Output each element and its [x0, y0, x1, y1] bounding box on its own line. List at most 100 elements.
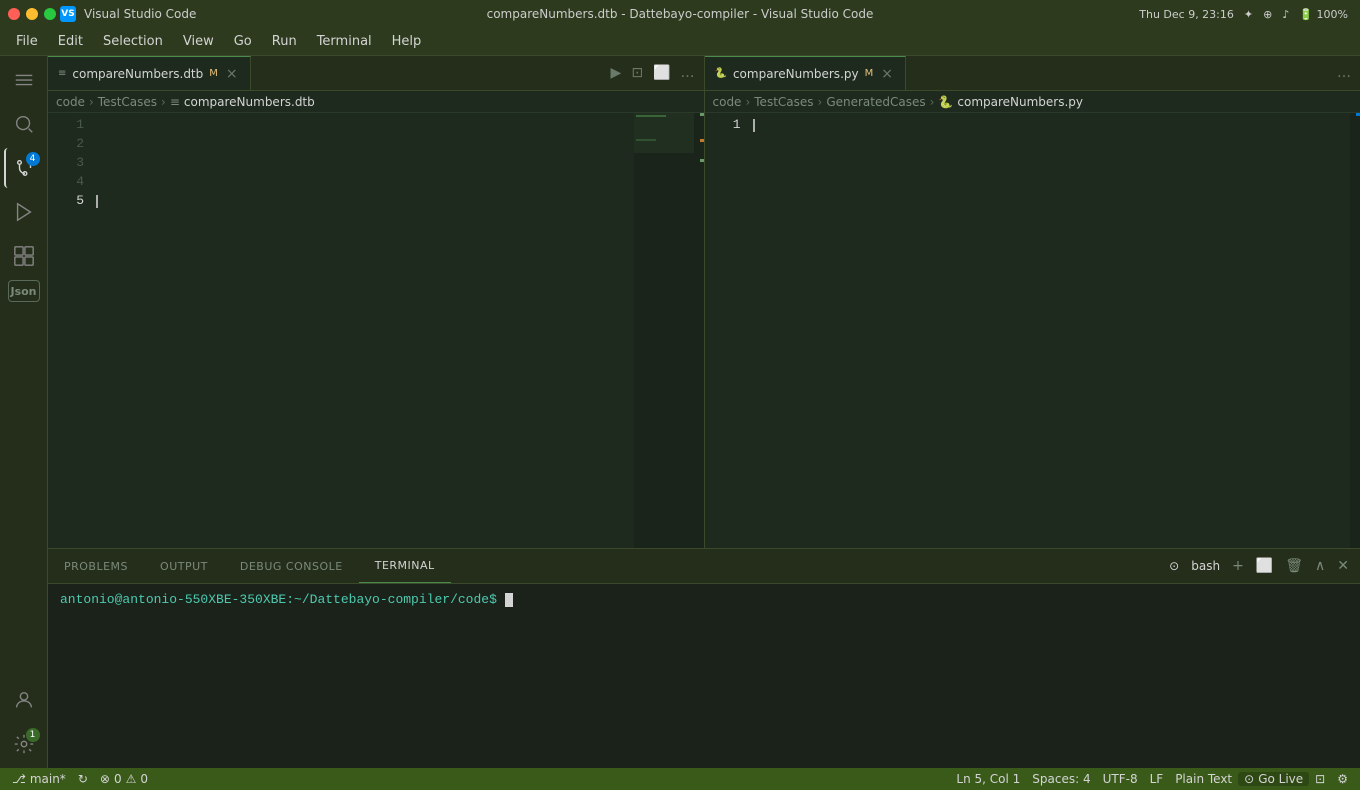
split-editor-button[interactable]: ⊡ [628, 62, 646, 84]
error-icon: ⊗ [100, 772, 110, 786]
code-line-1 [92, 115, 634, 134]
breadcrumb-file-py[interactable]: compareNumbers.py [957, 95, 1083, 109]
more-actions-button[interactable]: … [678, 62, 698, 84]
panel-tab-output[interactable]: OUTPUT [144, 549, 224, 583]
terminal-bash[interactable]: bash [1188, 556, 1223, 576]
kill-terminal-button[interactable]: 🗑 [1282, 555, 1306, 577]
code-line-4 [92, 172, 634, 191]
editor-scrollbar-left[interactable] [694, 113, 704, 548]
activity-search[interactable] [4, 104, 44, 144]
status-branch[interactable]: ⎇ main* [6, 772, 72, 786]
breadcrumb-testcases-right[interactable]: TestCases [754, 95, 813, 109]
activity-json[interactable]: Json [8, 280, 40, 302]
add-terminal-button[interactable]: + [1229, 555, 1247, 577]
vscode-icon: VS [60, 6, 76, 22]
status-spaces[interactable]: Spaces: 4 [1026, 772, 1096, 786]
status-language[interactable]: Plain Text [1169, 772, 1238, 786]
activity-bar: 4 Json 1 [0, 56, 48, 768]
breadcrumb-file-dtb[interactable]: compareNumbers.dtb [184, 95, 315, 109]
panel-tab-problems[interactable]: PROBLEMS [48, 549, 144, 583]
activity-account[interactable] [4, 680, 44, 720]
broadcast-icon: ⊡ [1315, 772, 1325, 786]
close-button[interactable] [8, 8, 20, 20]
status-go-live[interactable]: ⊙ Go Live [1238, 772, 1309, 786]
menu-bar: File Edit Selection View Go Run Terminal… [0, 28, 1360, 56]
tab-modified-py: M [865, 68, 874, 79]
tab-compare-numbers-py[interactable]: 🐍 compareNumbers.py M × [705, 56, 906, 90]
status-sync[interactable]: ↻ [72, 772, 94, 786]
status-encoding[interactable]: UTF-8 [1097, 772, 1144, 786]
scrollbar-dec-2 [700, 139, 704, 142]
menu-terminal[interactable]: Terminal [309, 31, 380, 52]
code-area-right[interactable]: 1 [705, 113, 1360, 548]
status-position[interactable]: Ln 5, Col 1 [950, 772, 1026, 786]
activity-settings[interactable]: 1 [4, 724, 44, 764]
minimize-button[interactable] [26, 8, 38, 20]
close-panel-button[interactable]: ✕ [1334, 555, 1352, 577]
status-line-ending[interactable]: LF [1144, 772, 1170, 786]
code-content-right[interactable] [749, 113, 1351, 548]
run-button[interactable]: ▶ [608, 62, 625, 84]
maximize-panel-button[interactable]: ∧ [1312, 555, 1328, 577]
activity-explorer[interactable] [4, 60, 44, 100]
status-broadcast[interactable]: ⊡ [1309, 772, 1331, 786]
text-cursor-left [96, 195, 98, 208]
menu-edit[interactable]: Edit [50, 31, 91, 52]
tabs-actions-left: ▶ ⊡ ⬜ … [602, 56, 704, 90]
system-icons: Thu Dec 9, 23:16 ✦ ⊕ ♪ 🔋 100% [1139, 8, 1348, 21]
tab-compare-numbers-dtb[interactable]: ≡ compareNumbers.dtb M × [48, 56, 251, 90]
activity-extensions[interactable] [4, 236, 44, 276]
app-name: Visual Studio Code [84, 7, 196, 21]
status-errors[interactable]: ⊗ 0 ⚠ 0 [94, 772, 154, 786]
editor-pane-right: code › TestCases › GeneratedCases › 🐍 co… [705, 91, 1360, 548]
breadcrumb-code[interactable]: code [56, 95, 85, 109]
app-info: VS Visual Studio Code [60, 6, 196, 22]
split-terminal-button[interactable]: ⬜ [1253, 555, 1276, 577]
code-content-left[interactable] [92, 113, 634, 548]
breadcrumb-code-right[interactable]: code [713, 95, 742, 109]
panel-tab-debug-console[interactable]: DEBUG CONSOLE [224, 549, 359, 583]
tab-group-right: 🐍 compareNumbers.py M × … [705, 56, 1360, 90]
breadcrumb-testcases[interactable]: TestCases [98, 95, 157, 109]
tab-close-py[interactable]: × [879, 64, 895, 84]
breadcrumb-left: code › TestCases › ≡ compareNumbers.dtb [48, 91, 704, 113]
tab-group-left: ≡ compareNumbers.dtb M × ▶ ⊡ ⬜ … [48, 56, 705, 90]
activity-source-control[interactable]: 4 [4, 148, 44, 188]
breadcrumb-icon-py: 🐍 [938, 95, 953, 109]
battery-icon: 🔋 100% [1299, 8, 1348, 21]
tabs-actions-right: … [1328, 56, 1360, 90]
menu-run[interactable]: Run [264, 31, 305, 52]
terminal-content[interactable]: antonio@antonio-550XBE-350XBE:~/Dattebay… [48, 584, 1360, 768]
code-line-r1 [749, 115, 1351, 134]
menu-view[interactable]: View [175, 31, 222, 52]
warning-count: 0 [140, 772, 148, 786]
maximize-button[interactable] [44, 8, 56, 20]
scrollbar-dec-1 [700, 113, 704, 116]
menu-go[interactable]: Go [226, 31, 260, 52]
panel-tab-terminal[interactable]: TERMINAL [359, 549, 451, 583]
editor-area: ≡ compareNumbers.dtb M × ▶ ⊡ ⬜ … 🐍 compa… [48, 56, 1360, 768]
source-control-badge: 4 [26, 152, 40, 166]
status-settings-right[interactable]: ⚙ [1331, 772, 1354, 786]
spaces-text: Spaces: 4 [1032, 772, 1090, 786]
editor-pane-left: code › TestCases › ≡ compareNumbers.dtb … [48, 91, 705, 548]
terminal-panel: PROBLEMS OUTPUT DEBUG CONSOLE TERMINAL ⊙… [48, 548, 1360, 768]
editor-scrollbar-right[interactable] [1350, 113, 1360, 548]
activity-run[interactable] [4, 192, 44, 232]
breadcrumb-generatedcases[interactable]: GeneratedCases [826, 95, 925, 109]
more-actions-right-button[interactable]: … [1334, 62, 1354, 84]
menu-selection[interactable]: Selection [95, 31, 171, 52]
terminal-cursor [505, 593, 513, 607]
line-numbers-right: 1 [705, 113, 749, 548]
datetime: Thu Dec 9, 23:16 [1139, 8, 1234, 21]
tab-close-dtb[interactable]: × [224, 64, 240, 84]
menu-file[interactable]: File [8, 31, 46, 52]
language-text: Plain Text [1175, 772, 1232, 786]
menu-help[interactable]: Help [384, 31, 430, 52]
code-line-5 [92, 191, 634, 210]
traffic-lights[interactable] [8, 8, 56, 20]
tab-icon-py: 🐍 [715, 68, 727, 79]
code-area-left[interactable]: 1 2 3 4 5 [48, 113, 704, 548]
settings-badge: 1 [26, 728, 40, 742]
layout-button[interactable]: ⬜ [650, 62, 673, 84]
